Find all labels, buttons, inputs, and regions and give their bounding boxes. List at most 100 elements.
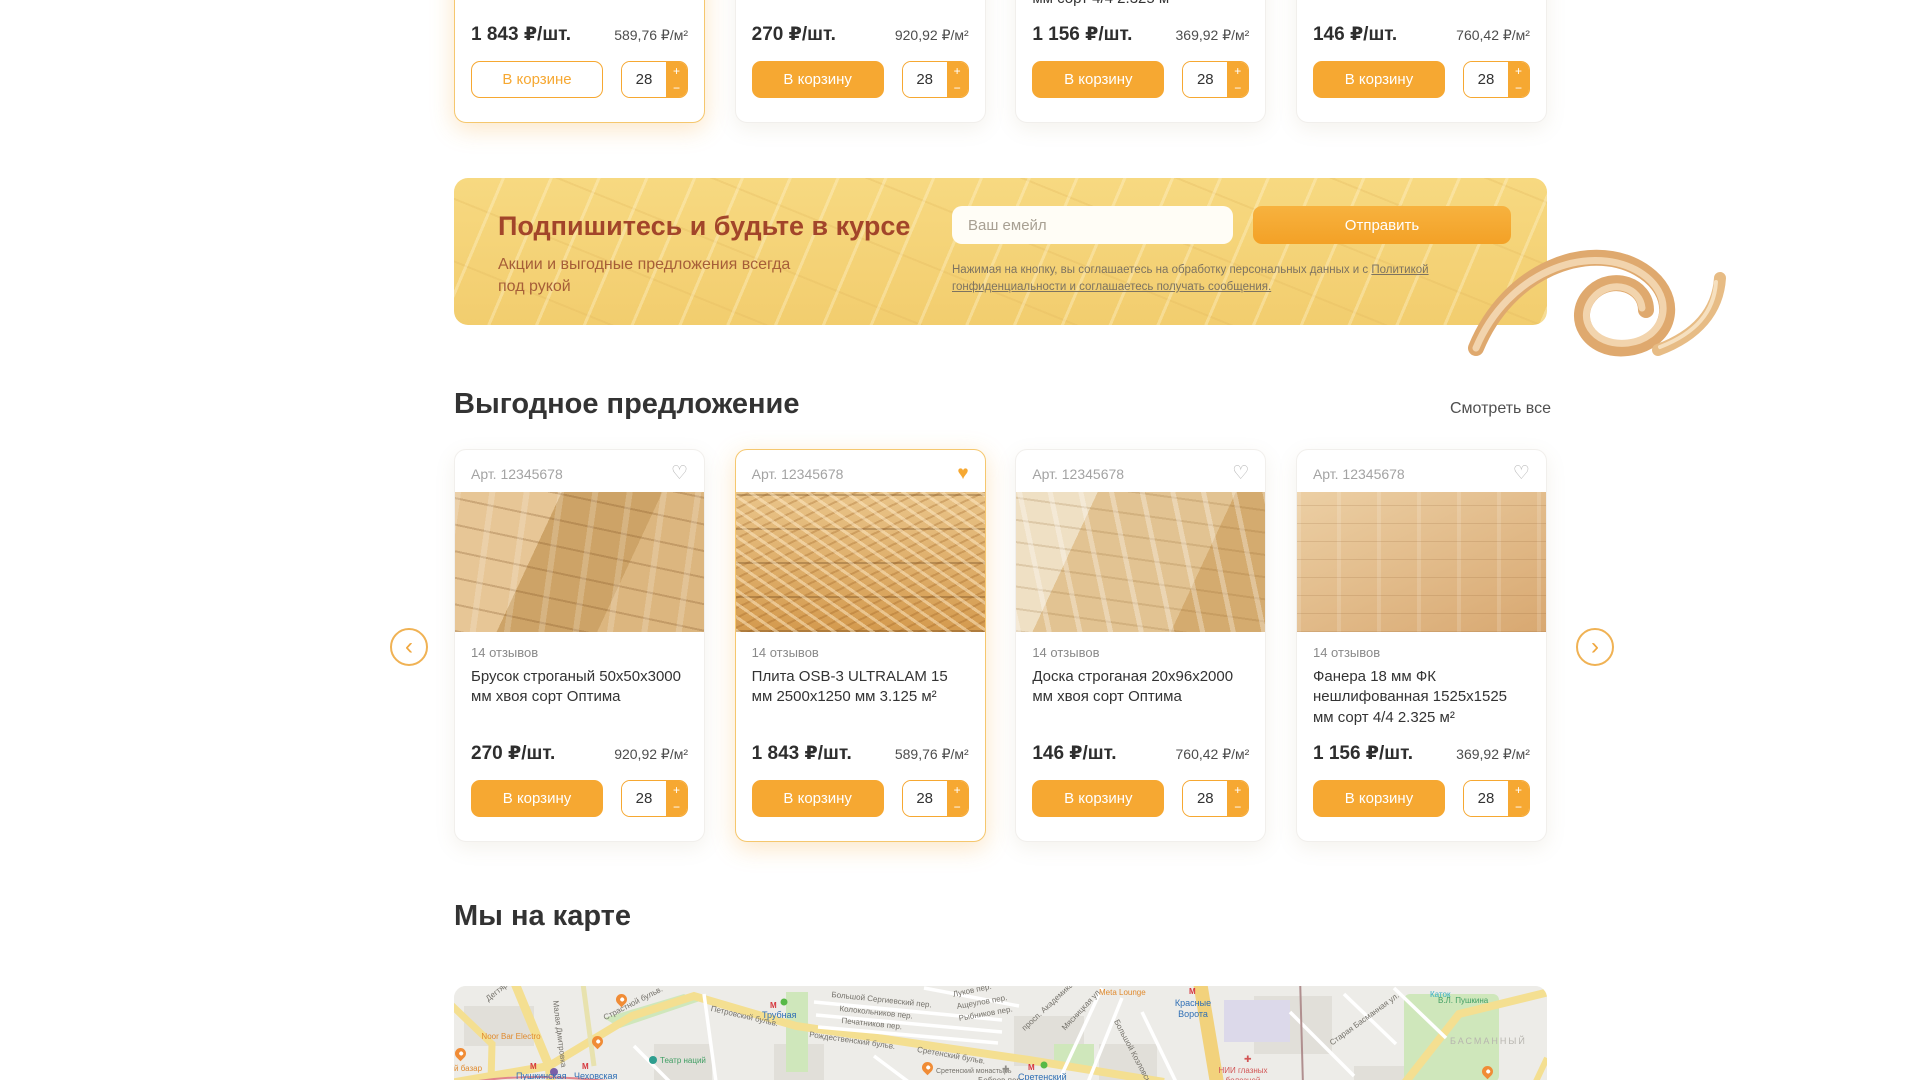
add-to-cart-button[interactable]: В корзину: [1313, 780, 1445, 817]
deals-section-title: Выгодное предложение: [454, 388, 799, 421]
reviews-link[interactable]: 14 отзывов: [1313, 645, 1530, 660]
metro-label: Красные Ворота: [1164, 998, 1222, 1020]
subscribe-title: Подпишитесь и будьте в курсе: [498, 211, 910, 242]
quantity-stepper[interactable]: + −: [1182, 780, 1249, 817]
increment-button[interactable]: +: [1508, 62, 1529, 80]
increment-button[interactable]: +: [947, 781, 968, 799]
quantity-input[interactable]: [903, 62, 947, 97]
decrement-button[interactable]: −: [1227, 799, 1248, 817]
product-card[interactable]: Арт. 12345678 ♡ 14 отзывов Брусок строга…: [454, 449, 705, 842]
product-card[interactable]: Арт. 12345678 ♡ 14 отзывов Плита OSB-3 U…: [454, 0, 705, 123]
price-per-item: 1 156 ₽/шт.: [1032, 23, 1132, 46]
product-title: Доска строганая 20х96х2000 мм хвоя сорт …: [1313, 0, 1530, 10]
poi-label: Театр наций: [660, 1056, 706, 1065]
product-image: [455, 492, 704, 632]
quantity-input[interactable]: [1464, 62, 1508, 97]
decrement-button[interactable]: −: [1508, 80, 1529, 98]
district-label: БАСМАННЫЙ: [1450, 1036, 1527, 1046]
heart-icon[interactable]: ♡: [1513, 464, 1530, 483]
product-title: Брусок строганый 50х50х3000 мм хвоя сорт…: [471, 667, 688, 729]
quantity-input[interactable]: [622, 62, 666, 97]
product-card[interactable]: Арт. 12345678 ♡ 14 отзывов Фанера 18 мм …: [1296, 449, 1547, 842]
quantity-input[interactable]: [622, 781, 666, 816]
quantity-stepper[interactable]: + −: [1182, 61, 1249, 98]
product-title: Фанера 18 мм ФК нешлифованная 1525х1525 …: [1032, 0, 1249, 10]
product-card[interactable]: Арт. 12345678 ♡ 14 отзывов Фанера 18 мм …: [1015, 0, 1266, 123]
subscribe-subtitle: Акции и выгодные предложения всегда под …: [498, 254, 818, 299]
product-title: Плита OSB-3 ULTRALAM 15 мм 2500х1250 мм …: [752, 667, 969, 729]
add-to-cart-button[interactable]: В корзину: [752, 780, 884, 817]
quantity-input[interactable]: [1183, 781, 1227, 816]
product-card[interactable]: Арт. 12345678 ♡ 14 отзывов Брусок строга…: [735, 0, 986, 123]
subscribe-banner: Подпишитесь и будьте в курсе Акции и выг…: [454, 178, 1547, 325]
reviews-link[interactable]: 14 отзывов: [471, 645, 688, 660]
quantity-stepper[interactable]: + −: [902, 780, 969, 817]
hospital-icon: ✚: [1244, 1054, 1252, 1065]
increment-button[interactable]: +: [1227, 781, 1248, 799]
product-card[interactable]: Арт. 12345678 ♡ 14 отзывов Доска строган…: [1296, 0, 1547, 123]
map[interactable]: Дегтярный пер. Малая Дмитровка Страстной…: [454, 986, 1547, 1080]
decrement-button[interactable]: −: [947, 799, 968, 817]
price-per-m2: 920,92 ₽/м²: [895, 27, 969, 44]
reviews-link[interactable]: 14 отзывов: [752, 645, 969, 660]
add-to-cart-button[interactable]: В корзину: [1032, 780, 1164, 817]
price-per-item: 146 ₽/шт.: [1313, 23, 1397, 46]
metro-icon: М: [1189, 987, 1196, 996]
add-to-cart-button[interactable]: В корзину: [752, 61, 884, 98]
quantity-stepper[interactable]: + −: [902, 61, 969, 98]
subscribe-disclaimer: Нажимая на кнопку, вы соглашаетесь на об…: [952, 262, 1492, 297]
product-title: Доска строганая 20х96х2000 мм хвоя сорт …: [1032, 667, 1249, 729]
heart-icon[interactable]: ♡: [1232, 464, 1249, 483]
price-per-item: 1 843 ₽/шт.: [752, 742, 852, 765]
product-card[interactable]: Арт. 12345678 ♡ 14 отзывов Доска строган…: [1015, 449, 1266, 842]
quantity-stepper[interactable]: + −: [621, 780, 688, 817]
page: Арт. 12345678 ♡ 14 отзывов Плита OSB-3 U…: [0, 0, 1920, 1080]
disclaimer-text: Нажимая на кнопку, вы соглашаетесь на об…: [952, 264, 1371, 276]
increment-button[interactable]: +: [666, 781, 687, 799]
metro-icon: М: [1028, 1063, 1035, 1072]
increment-button[interactable]: +: [666, 62, 687, 80]
product-image: [1016, 492, 1265, 632]
reviews-link[interactable]: 14 отзывов: [1032, 645, 1249, 660]
quantity-stepper[interactable]: + −: [621, 61, 688, 98]
quantity-stepper[interactable]: + −: [1463, 780, 1530, 817]
increment-button[interactable]: +: [1227, 62, 1248, 80]
metro-icon: М: [530, 1062, 537, 1071]
decrement-button[interactable]: −: [666, 799, 687, 817]
article-number: Арт. 12345678: [1313, 466, 1405, 482]
product-card[interactable]: Арт. 12345678 ♥ 14 отзывов Плита OSB-3 U…: [735, 449, 986, 842]
decrement-button[interactable]: −: [1227, 80, 1248, 98]
product-title: Брусок строганый 50х50х3000 мм хвоя сорт…: [752, 0, 969, 10]
quantity-stepper[interactable]: + −: [1463, 61, 1530, 98]
add-to-cart-button[interactable]: В корзину: [1032, 61, 1164, 98]
decrement-button[interactable]: −: [947, 80, 968, 98]
poi-label: Meta Lounge: [1099, 988, 1146, 997]
top-products-row: Арт. 12345678 ♡ 14 отзывов Плита OSB-3 U…: [454, 0, 1547, 123]
increment-button[interactable]: +: [947, 62, 968, 80]
subscribe-submit-button[interactable]: Отправить: [1253, 206, 1511, 244]
poi-label: Noor Bar Electro: [480, 1032, 542, 1042]
article-number: Арт. 12345678: [1032, 466, 1124, 482]
quantity-input[interactable]: [903, 781, 947, 816]
carousel-prev-button[interactable]: ‹: [390, 628, 428, 666]
quantity-input[interactable]: [1464, 781, 1508, 816]
price-per-item: 270 ₽/шт.: [471, 742, 555, 765]
decrement-button[interactable]: −: [1508, 799, 1529, 817]
metro-label: Сретенский: [1018, 1072, 1067, 1080]
add-to-cart-button[interactable]: В корзину: [1313, 61, 1445, 98]
price-per-item: 146 ₽/шт.: [1032, 742, 1116, 765]
price-per-m2: 369,92 ₽/м²: [1176, 27, 1250, 44]
heart-filled-icon[interactable]: ♥: [957, 464, 968, 483]
product-image: [736, 492, 985, 632]
add-to-cart-button[interactable]: В корзину: [471, 780, 603, 817]
quantity-input[interactable]: [1183, 62, 1227, 97]
email-input[interactable]: [952, 206, 1233, 244]
street-label: Бобров пер.: [978, 1076, 1023, 1080]
see-all-link[interactable]: Смотреть все: [1450, 400, 1551, 418]
heart-icon[interactable]: ♡: [671, 464, 688, 483]
monastery-icon: ✚: [1002, 1064, 1010, 1075]
in-cart-button[interactable]: В корзине: [471, 61, 603, 98]
carousel-next-button[interactable]: ›: [1576, 628, 1614, 666]
decrement-button[interactable]: −: [666, 80, 687, 98]
increment-button[interactable]: +: [1508, 781, 1529, 799]
